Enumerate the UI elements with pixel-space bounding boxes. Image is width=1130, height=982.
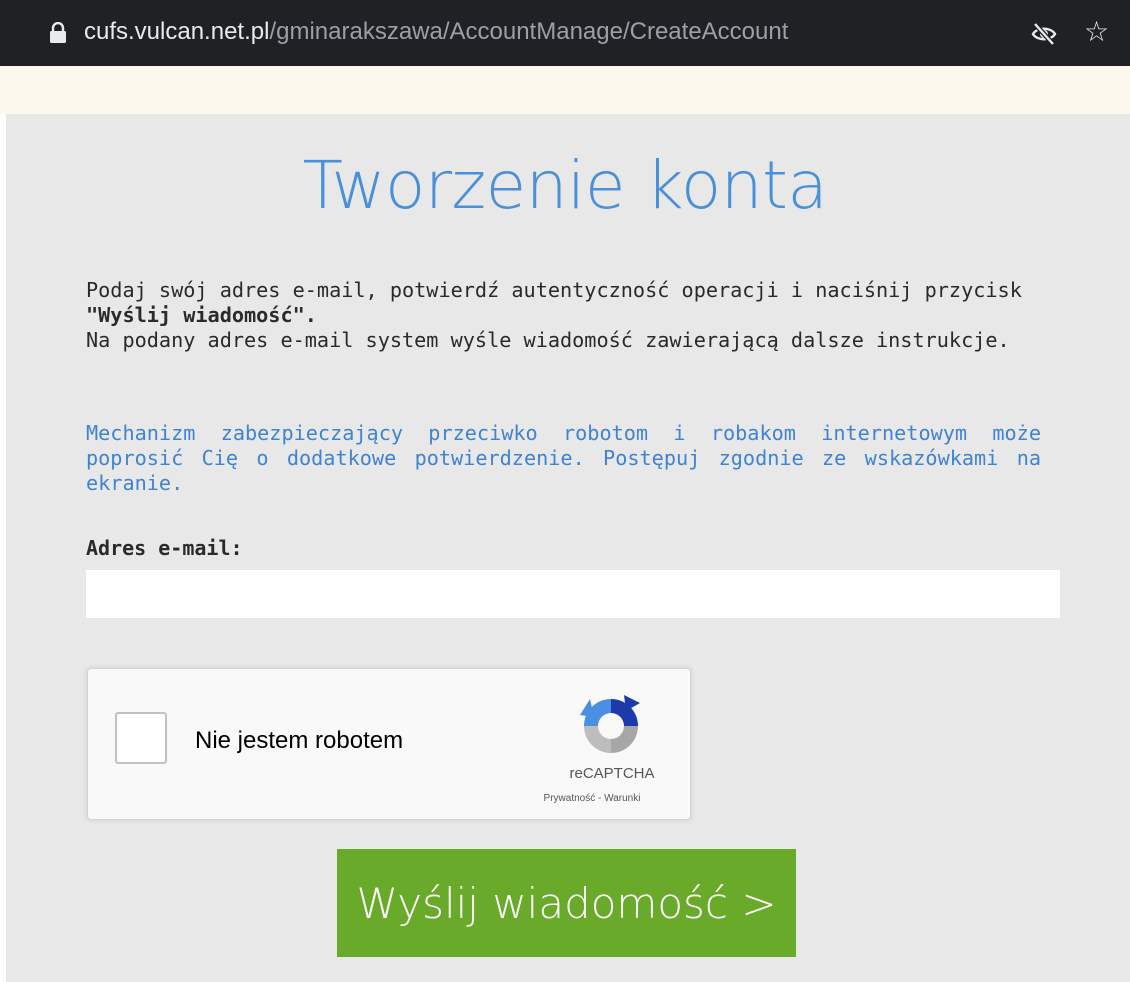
eye-off-icon[interactable] <box>1030 20 1058 48</box>
intro-line2: Na podany adres e-mail system wyśle wiad… <box>86 328 1010 352</box>
recaptcha-brand: reCAPTCHA <box>569 765 655 782</box>
intro-bold: "Wyślij wiadomość". <box>86 303 317 327</box>
recaptcha-checkbox[interactable] <box>115 712 167 764</box>
url-path: /gminarakszawa/AccountManage/CreateAccou… <box>269 18 789 45</box>
recaptcha-logo-icon <box>580 695 640 753</box>
browser-address-bar[interactable]: cufs.vulcan.net.pl/gminarakszawa/Account… <box>0 0 1130 66</box>
lock-icon[interactable] <box>48 22 68 44</box>
email-label: Adres e-mail: <box>86 536 243 560</box>
intro-line1: Podaj swój adres e-mail, potwierdź auten… <box>86 278 1022 302</box>
bookmark-star-icon[interactable]: ☆ <box>1084 14 1109 50</box>
send-message-button[interactable]: Wyślij wiadomość > <box>337 849 796 957</box>
recaptcha-privacy-link[interactable]: Prywatność <box>544 793 596 804</box>
top-strip <box>0 66 1130 114</box>
recaptcha-terms-link[interactable]: Warunki <box>604 793 640 804</box>
intro-text: Podaj swój adres e-mail, potwierdź auten… <box>86 278 1041 353</box>
robot-protection-note: Mechanizm zabezpieczający przeciwko robo… <box>86 421 1041 495</box>
recaptcha-checkbox-label: Nie jestem robotem <box>195 727 404 754</box>
email-input[interactable] <box>86 570 1060 618</box>
url-host: cufs.vulcan.net.pl <box>84 18 270 45</box>
recaptcha-links: Prywatność - Warunki <box>506 793 678 804</box>
recaptcha-widget: Nie jestem robotem reCAPTCHA Prywatność … <box>87 668 691 820</box>
page-title: Tworzenie konta <box>302 147 828 224</box>
recaptcha-links-separator: - <box>595 793 605 804</box>
url-text[interactable]: cufs.vulcan.net.pl/gminarakszawa/Account… <box>84 14 788 50</box>
